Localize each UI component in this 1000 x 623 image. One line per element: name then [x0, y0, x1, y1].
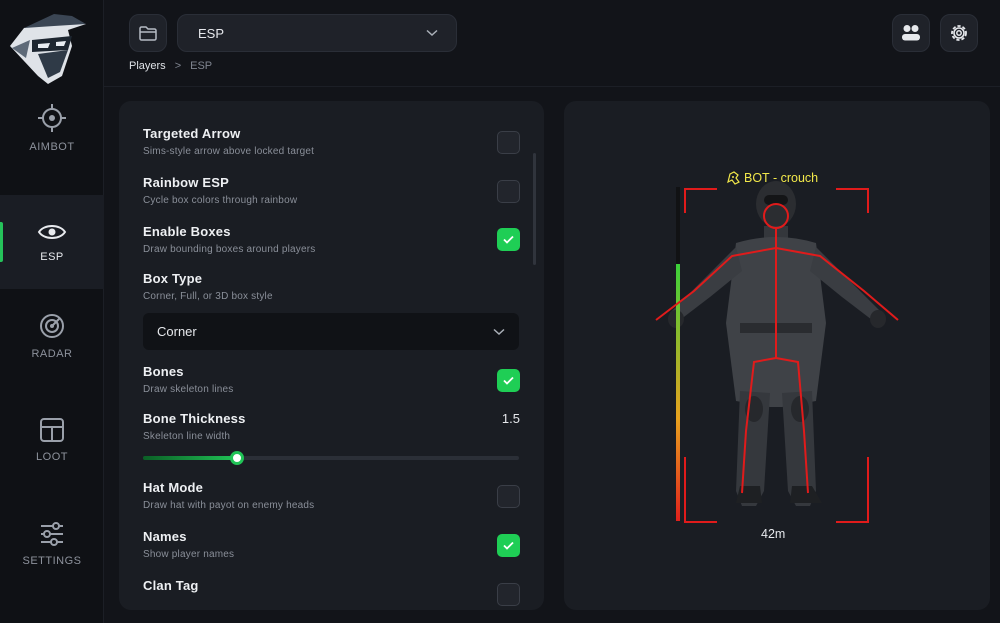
rainbow-esp-checkbox[interactable]	[497, 180, 520, 203]
ninja-logo-icon	[10, 14, 86, 84]
sidebar: AIMBOT ESP RADAR LOOT SETTINGS	[0, 0, 104, 623]
breadcrumb-separator: >	[174, 60, 182, 72]
player-esp-label: BOT - crouch	[727, 171, 818, 185]
sidebar-item-label: SETTINGS	[22, 555, 82, 567]
sidebar-item-settings[interactable]: SETTINGS	[0, 497, 104, 591]
sidebar-item-label: RADAR	[31, 348, 73, 360]
slider-fill	[143, 456, 237, 460]
bone-thickness-slider[interactable]	[143, 451, 519, 465]
sidebar-item-label: ESP	[40, 251, 64, 263]
bone-thickness-value: 1.5	[501, 411, 520, 426]
names-checkbox[interactable]	[497, 534, 520, 557]
setting-desc: Corner, Full, or 3D box style	[143, 291, 273, 302]
clan-tag-checkbox[interactable]	[497, 583, 520, 606]
setting-desc: Show player names	[143, 549, 235, 560]
setting-title: Bones	[143, 364, 184, 379]
enable-boxes-checkbox[interactable]	[497, 228, 520, 251]
folder-button[interactable]	[129, 14, 167, 52]
check-icon	[503, 541, 514, 550]
section-select-value: ESP	[198, 25, 225, 41]
setting-rainbow-esp: Rainbow ESP Cycle box colors through rai…	[143, 175, 520, 206]
sliders-icon	[41, 522, 63, 546]
section-select[interactable]: ESP	[177, 14, 457, 52]
setting-desc: Sims-style arrow above locked target	[143, 146, 315, 157]
radar-icon	[40, 314, 64, 338]
settings-gear-button[interactable]	[940, 14, 978, 52]
crosshair-icon	[38, 104, 66, 132]
hat-mode-checkbox[interactable]	[497, 485, 520, 508]
breadcrumb-root[interactable]: Players	[129, 60, 166, 72]
layout-icon	[40, 418, 64, 442]
sidebar-item-label: LOOT	[36, 451, 68, 463]
esp-preview-panel: BOT - crouch 42m	[564, 101, 990, 610]
sidebar-item-label: AIMBOT	[29, 141, 75, 153]
sidebar-item-aimbot[interactable]: AIMBOT	[0, 81, 104, 175]
sidebar-item-loot[interactable]: LOOT	[0, 393, 104, 487]
setting-desc: Draw hat with payot on enemy heads	[143, 500, 315, 511]
setting-desc: Cycle box colors through rainbow	[143, 195, 298, 206]
bones-checkbox[interactable]	[497, 369, 520, 392]
chevron-down-icon	[426, 29, 438, 37]
sidebar-item-esp[interactable]: ESP	[0, 195, 104, 289]
targeted-arrow-checkbox[interactable]	[497, 131, 520, 154]
player-label-text: BOT - crouch	[744, 171, 819, 185]
setting-clan-tag: Clan Tag	[143, 578, 520, 606]
breadcrumb: Players > ESP	[129, 60, 212, 72]
check-icon	[503, 235, 514, 244]
setting-names: Names Show player names	[143, 529, 520, 560]
setting-targeted-arrow: Targeted Arrow Sims-style arrow above lo…	[143, 126, 520, 157]
users-button[interactable]	[892, 14, 930, 52]
setting-title: Rainbow ESP	[143, 175, 229, 190]
player-distance: 42m	[761, 527, 786, 541]
check-icon	[503, 376, 514, 385]
eye-icon	[37, 225, 67, 239]
setting-box-type: Box Type Corner, Full, or 3D box style	[143, 271, 520, 302]
chevron-down-icon	[493, 328, 505, 335]
setting-title: Hat Mode	[143, 480, 204, 495]
setting-title: Names	[143, 529, 187, 544]
setting-enable-boxes: Enable Boxes Draw bounding boxes around …	[143, 224, 520, 255]
box-type-select[interactable]: Corner	[143, 313, 519, 350]
setting-bones: Bones Draw skeleton lines	[143, 364, 520, 395]
setting-title: Enable Boxes	[143, 224, 231, 239]
gear-icon	[951, 25, 967, 41]
settings-scrollbar[interactable]	[533, 153, 536, 265]
slider-thumb[interactable]	[230, 451, 244, 465]
setting-title: Bone Thickness	[143, 411, 246, 426]
header-divider	[104, 86, 1000, 87]
sidebar-item-radar[interactable]: RADAR	[0, 289, 104, 383]
setting-hat-mode: Hat Mode Draw hat with payot on enemy he…	[143, 480, 520, 511]
setting-desc: Draw skeleton lines	[143, 384, 234, 395]
skeleton-bones	[655, 203, 899, 494]
setting-bone-thickness: Bone Thickness Skeleton line width 1.5	[143, 411, 520, 442]
folder-icon	[139, 25, 157, 41]
setting-desc: Draw bounding boxes around players	[143, 244, 316, 255]
box-type-value: Corner	[157, 324, 197, 339]
setting-title: Targeted Arrow	[143, 126, 241, 141]
settings-panel: Targeted Arrow Sims-style arrow above lo…	[119, 101, 544, 610]
users-icon	[902, 25, 920, 41]
setting-title: Box Type	[143, 271, 203, 286]
breadcrumb-current: ESP	[190, 60, 213, 72]
setting-title: Clan Tag	[143, 578, 199, 593]
setting-desc: Skeleton line width	[143, 431, 231, 442]
bot-icon	[727, 171, 740, 185]
